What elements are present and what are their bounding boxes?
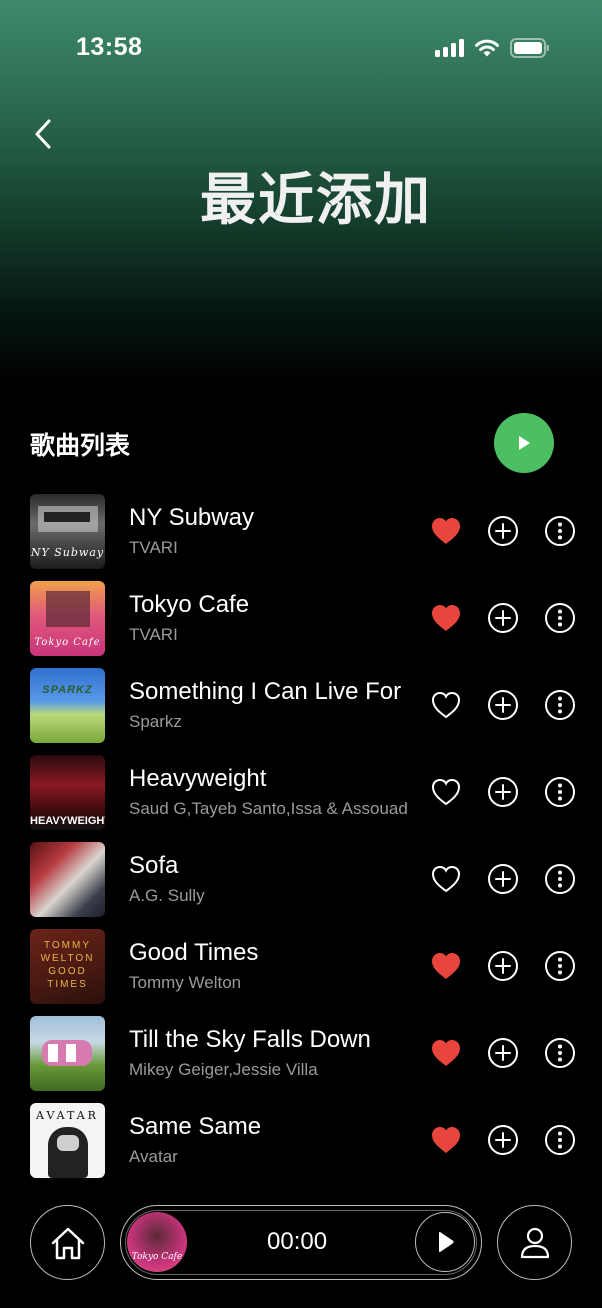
album-cover <box>30 1016 105 1091</box>
album-cover: NY Subway <box>30 494 105 569</box>
add-circle-icon[interactable] <box>487 1037 519 1069</box>
album-cover-text: NY Subway <box>30 546 105 559</box>
song-artist: TVARI <box>129 538 178 557</box>
more-vertical-icon[interactable] <box>544 515 576 547</box>
song-row[interactable]: NY Subway NY Subway TVARI <box>0 488 602 575</box>
now-playing-cover: Tokyo Cafe <box>127 1212 187 1272</box>
song-artist: Tommy Welton <box>129 973 242 992</box>
more-vertical-icon[interactable] <box>544 1037 576 1069</box>
heart-icon[interactable] <box>430 690 462 720</box>
profile-button[interactable] <box>497 1205 572 1280</box>
album-cover-text: HEAVYWEIGHT <box>30 815 105 827</box>
album-cover-text: Tokyo Cafe <box>34 637 101 648</box>
song-row[interactable]: TOMMY WELTON GOOD TIMES Good Times Tommy… <box>0 923 602 1010</box>
album-cover: SPARKZ <box>30 668 105 743</box>
play-icon <box>439 1232 454 1252</box>
more-vertical-icon[interactable] <box>544 1124 576 1156</box>
heart-icon[interactable] <box>430 864 462 894</box>
heart-icon[interactable] <box>430 1125 462 1155</box>
add-circle-icon[interactable] <box>487 863 519 895</box>
add-circle-icon[interactable] <box>487 602 519 634</box>
song-artist: Saud G,Tayeb Santo,Issa & Assouad <box>129 799 408 818</box>
song-artist: Sparkz <box>129 712 182 731</box>
song-title: Same Same <box>129 1113 262 1140</box>
song-artist: Mikey Geiger,Jessie Villa <box>129 1060 318 1079</box>
heart-icon[interactable] <box>430 603 462 633</box>
more-vertical-icon[interactable] <box>544 689 576 721</box>
status-icons <box>435 38 550 58</box>
battery-icon <box>510 38 549 58</box>
song-row[interactable]: Till the Sky Falls Down Mikey Geiger,Jes… <box>0 1010 602 1097</box>
heart-icon[interactable] <box>430 777 462 807</box>
home-button[interactable] <box>30 1205 105 1280</box>
heart-icon[interactable] <box>430 1038 462 1068</box>
song-title: Sofa <box>129 852 179 879</box>
add-circle-icon[interactable] <box>487 950 519 982</box>
heart-icon[interactable] <box>430 951 462 981</box>
now-playing-cover-text: Tokyo Cafe <box>131 1252 183 1262</box>
song-row[interactable]: HEAVYWEIGHT Heavyweight Saud G,Tayeb San… <box>0 749 602 836</box>
song-title: Heavyweight <box>129 765 267 792</box>
add-circle-icon[interactable] <box>487 1124 519 1156</box>
cellular-signal-icon <box>435 39 464 57</box>
song-title: Till the Sky Falls Down <box>129 1026 371 1053</box>
song-title: NY Subway <box>129 504 254 531</box>
play-all-button[interactable] <box>494 413 554 473</box>
status-bar: 13:58 <box>0 0 602 96</box>
song-title: Something I Can Live For <box>129 678 402 705</box>
add-circle-icon[interactable] <box>487 776 519 808</box>
song-artist: TVARI <box>129 625 178 644</box>
more-vertical-icon[interactable] <box>544 776 576 808</box>
album-cover-text: TOMMY WELTON GOOD TIMES <box>40 940 95 990</box>
heart-icon[interactable] <box>430 516 462 546</box>
song-row[interactable]: AVATAR Same Same Avatar <box>0 1097 602 1184</box>
album-cover: HEAVYWEIGHT <box>30 755 105 830</box>
album-cover: AVATAR <box>30 1103 105 1178</box>
album-cover: TOMMY WELTON GOOD TIMES <box>30 929 105 1004</box>
status-time: 13:58 <box>76 33 143 61</box>
song-title: Good Times <box>129 939 259 966</box>
song-row[interactable]: SPARKZ Something I Can Live For Sparkz <box>0 662 602 749</box>
more-vertical-icon[interactable] <box>544 863 576 895</box>
more-vertical-icon[interactable] <box>544 602 576 634</box>
song-row[interactable]: Tokyo Cafe Tokyo Cafe TVARI <box>0 575 602 662</box>
song-artist: A.G. Sully <box>129 886 205 905</box>
song-row[interactable]: Sofa A.G. Sully <box>0 836 602 923</box>
add-circle-icon[interactable] <box>487 515 519 547</box>
song-artist: Avatar <box>129 1147 178 1166</box>
album-cover <box>30 842 105 917</box>
player-play-button[interactable] <box>415 1212 475 1272</box>
back-button[interactable] <box>28 114 58 154</box>
player-time: 00:00 <box>267 1228 328 1255</box>
album-cover-text: AVATAR <box>36 1109 99 1122</box>
page-title: 最近添加 <box>200 168 432 233</box>
chevron-left-icon <box>35 119 51 149</box>
home-icon <box>51 1227 84 1259</box>
user-icon <box>520 1227 549 1258</box>
wifi-icon <box>475 39 499 57</box>
album-cover-text: SPARKZ <box>42 684 93 696</box>
section-title: 歌曲列表 <box>30 431 131 460</box>
add-circle-icon[interactable] <box>487 689 519 721</box>
mini-player[interactable]: Tokyo Cafe 00:00 <box>120 1205 482 1280</box>
more-vertical-icon[interactable] <box>544 950 576 982</box>
play-icon <box>519 436 530 450</box>
song-list: NY Subway NY Subway TVARI Tokyo Cafe Tok… <box>0 488 602 1184</box>
song-title: Tokyo Cafe <box>129 591 250 618</box>
album-cover: Tokyo Cafe <box>30 581 105 656</box>
